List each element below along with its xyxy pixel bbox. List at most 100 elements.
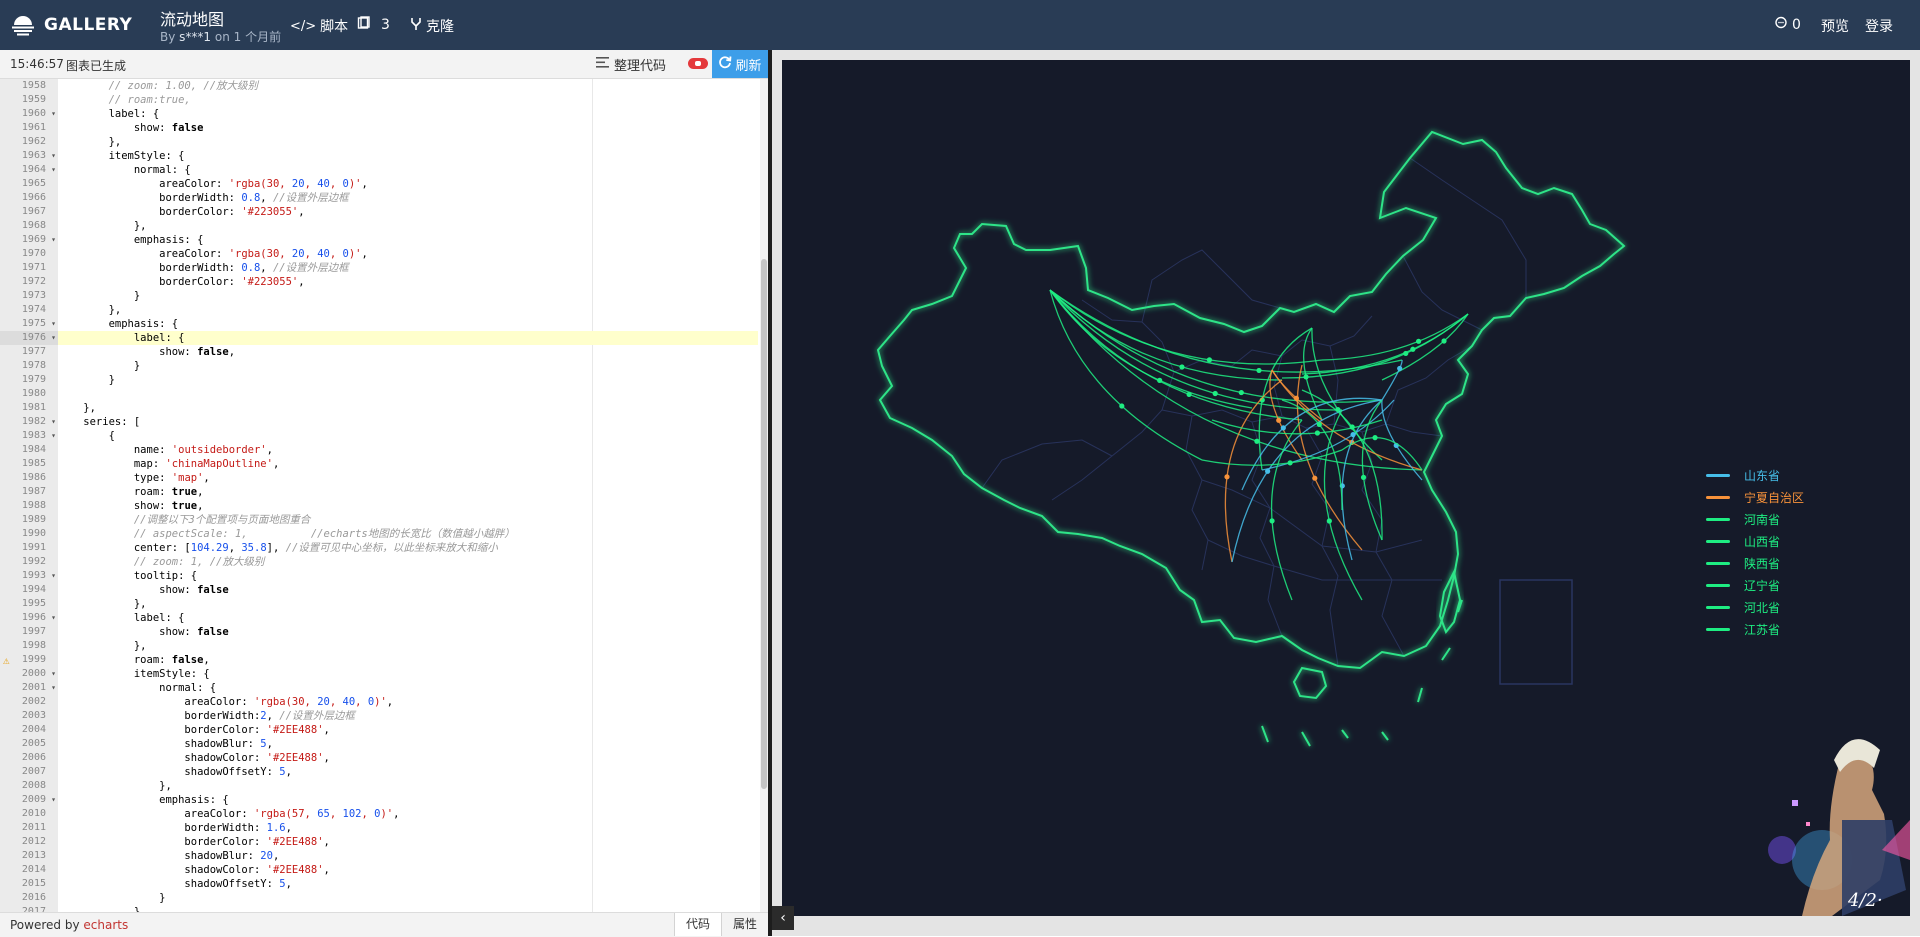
legend-item[interactable]: 山东省 [1706, 464, 1804, 486]
code-line[interactable]: shadowOffsetY: 5, [58, 765, 758, 779]
code-line[interactable]: // zoom: 1.00, //放大级别 [58, 79, 758, 93]
code-line[interactable]: shadowBlur: 5, [58, 737, 758, 751]
code-line[interactable]: center: [104.29, 35.8], //设置可见中心坐标，以此坐标来… [58, 541, 758, 555]
code-line[interactable]: show: false, [58, 345, 758, 359]
tab-properties[interactable]: 属性 [721, 913, 768, 936]
code-line[interactable]: }, [58, 639, 758, 653]
fold-arrow-icon[interactable]: ▾ [51, 107, 56, 121]
code-line[interactable]: borderWidth:2, //设置外层边框 [58, 709, 758, 723]
fold-arrow-icon[interactable]: ▾ [51, 667, 56, 681]
code-line[interactable]: //调整以下3个配置项与页面地图重合 [58, 513, 758, 527]
code-line[interactable]: map: 'chinaMapOutline', [58, 457, 758, 471]
fold-arrow-icon[interactable]: ▾ [51, 163, 56, 177]
code-line[interactable]: roam: false, [58, 653, 758, 667]
code-line[interactable]: { [58, 429, 758, 443]
code-line[interactable]: }, [58, 597, 758, 611]
code-line[interactable]: name: 'outsideborder', [58, 443, 758, 457]
legend-item[interactable]: 江苏省 [1706, 618, 1804, 640]
legend-item[interactable]: 河北省 [1706, 596, 1804, 618]
fold-arrow-icon[interactable]: ▾ [51, 429, 56, 443]
code-line[interactable]: } [58, 891, 758, 905]
code-line[interactable]: series: [ [58, 415, 758, 429]
fold-arrow-icon[interactable]: ▾ [51, 149, 56, 163]
code-line[interactable]: borderWidth: 1.6, [58, 821, 758, 835]
preview-link[interactable]: 预览 [1821, 16, 1849, 36]
code-line[interactable]: // zoom: 1, //放大级别 [58, 555, 758, 569]
legend-item[interactable]: 宁夏自治区 [1706, 486, 1804, 508]
code-line[interactable]: // aspectScale: 1, //echarts地图的长宽比（数值越小越… [58, 527, 758, 541]
legend-item[interactable]: 河南省 [1706, 508, 1804, 530]
script-count-link[interactable]: 3 [357, 16, 390, 34]
login-link[interactable]: 登录 [1865, 16, 1893, 36]
echarts-link[interactable]: echarts [83, 918, 128, 932]
code-line[interactable]: emphasis: { [58, 317, 758, 331]
editor-scrollbar-thumb[interactable] [761, 259, 767, 789]
code-line[interactable]: borderColor: '#2EE488', [58, 723, 758, 737]
editor-scrollbar[interactable] [760, 79, 768, 912]
code-line[interactable]: } [58, 359, 758, 373]
tab-code[interactable]: 代码 [674, 913, 721, 936]
code-line[interactable]: areaColor: 'rgba(30, 20, 40, 0)', [58, 695, 758, 709]
code-line[interactable]: areaColor: 'rgba(30, 20, 40, 0)', [58, 177, 758, 191]
code-line[interactable]: }, [58, 905, 758, 912]
fold-arrow-icon[interactable]: ▾ [51, 793, 56, 807]
code-line[interactable]: borderColor: '#223055', [58, 275, 758, 289]
code-line[interactable]: roam: true, [58, 485, 758, 499]
fold-arrow-icon[interactable]: ▾ [51, 681, 56, 695]
code-line[interactable]: shadowOffsetY: 5, [58, 877, 758, 891]
code-line[interactable]: borderWidth: 0.8, //设置外层边框 [58, 261, 758, 275]
fold-arrow-icon[interactable]: ▾ [51, 611, 56, 625]
fold-arrow-icon[interactable]: ▾ [51, 415, 56, 429]
code-line[interactable]: label: { [58, 611, 758, 625]
format-code-button[interactable]: 整理代码 [596, 55, 666, 74]
code-line[interactable]: shadowColor: '#2EE488', [58, 751, 758, 765]
code-line[interactable]: }, [58, 135, 758, 149]
code-line[interactable]: label: { [58, 331, 758, 345]
code-line[interactable]: }, [58, 303, 758, 317]
code-line[interactable]: show: false [58, 625, 758, 639]
script-link[interactable]: </> 脚本 [290, 16, 348, 36]
flow-map-chart[interactable]: 4/2· 山东省 宁夏自治区 河南省 山西省 陕西省 辽宁省 河北省 江苏省 [782, 60, 1910, 916]
code-line[interactable]: }, [58, 401, 758, 415]
code-line[interactable]: normal: { [58, 681, 758, 695]
code-line[interactable]: shadowBlur: 20, [58, 849, 758, 863]
code-line[interactable]: type: 'map', [58, 471, 758, 485]
code-line[interactable]: normal: { [58, 163, 758, 177]
legend-item[interactable]: 辽宁省 [1706, 574, 1804, 596]
fold-arrow-icon[interactable]: ▾ [51, 317, 56, 331]
code-line[interactable]: emphasis: { [58, 233, 758, 247]
legend-item[interactable]: 山西省 [1706, 530, 1804, 552]
code-line[interactable]: itemStyle: { [58, 149, 758, 163]
code-line[interactable]: }, [58, 779, 758, 793]
code-line[interactable]: label: { [58, 107, 758, 121]
fold-arrow-icon[interactable]: ▾ [51, 331, 56, 345]
code-line[interactable]: areaColor: 'rgba(30, 20, 40, 0)', [58, 247, 758, 261]
clone-link[interactable]: 克隆 [410, 16, 454, 36]
code-line[interactable]: shadowColor: '#2EE488', [58, 863, 758, 877]
author-name[interactable]: s***1 [179, 30, 211, 44]
code-line[interactable]: show: true, [58, 499, 758, 513]
code-line[interactable]: borderColor: '#2EE488', [58, 835, 758, 849]
code-line[interactable]: show: false [58, 121, 758, 135]
code-line[interactable]: borderColor: '#223055', [58, 205, 758, 219]
refresh-button[interactable]: 刷新 [712, 50, 768, 78]
fold-arrow-icon[interactable]: ▾ [51, 569, 56, 583]
gallery-logo-icon[interactable] [10, 12, 36, 40]
auto-run-toggle[interactable] [688, 58, 708, 69]
code-line[interactable]: }, [58, 219, 758, 233]
warning-icon[interactable]: ⚠ [3, 654, 10, 668]
comments-link[interactable]: 0 [1774, 16, 1801, 34]
code-line[interactable]: } [58, 289, 758, 303]
code-line[interactable]: // roam:true, [58, 93, 758, 107]
code-line[interactable] [58, 387, 758, 401]
logo-text[interactable]: GALLERY [44, 15, 132, 35]
fold-arrow-icon[interactable]: ▾ [51, 233, 56, 247]
code-text-area[interactable]: // zoom: 1.00, //放大级别 // roam:true, labe… [58, 79, 758, 912]
code-line[interactable]: show: false [58, 583, 758, 597]
code-line[interactable]: tooltip: { [58, 569, 758, 583]
code-line[interactable]: areaColor: 'rgba(57, 65, 102, 0)', [58, 807, 758, 821]
legend-item[interactable]: 陕西省 [1706, 552, 1804, 574]
code-line[interactable]: itemStyle: { [58, 667, 758, 681]
code-line[interactable]: } [58, 373, 758, 387]
collapse-editor-button[interactable]: ‹ [772, 906, 794, 930]
